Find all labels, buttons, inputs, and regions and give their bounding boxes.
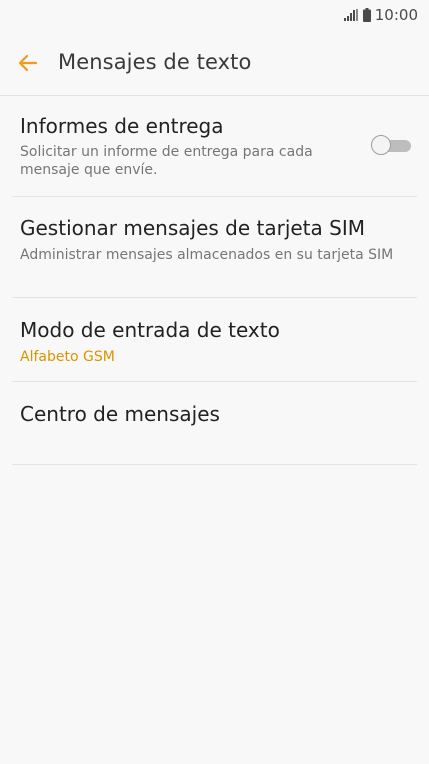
setting-title: Informes de entrega (20, 114, 224, 138)
signal-icon (343, 9, 359, 21)
toggle-knob (371, 135, 391, 155)
setting-value: Alfabeto GSM (20, 349, 115, 365)
setting-text-input-mode[interactable]: Modo de entrada de texto Alfabeto GSM (12, 298, 417, 382)
battery-icon (362, 8, 371, 22)
setting-title: Centro de mensajes (20, 402, 220, 426)
status-bar: 10:00 (0, 0, 429, 30)
back-arrow-icon[interactable] (16, 51, 40, 75)
delivery-reports-toggle[interactable] (369, 135, 413, 157)
app-bar: Mensajes de texto (0, 30, 429, 96)
settings-list: Informes de entrega Solicitar un informe… (0, 96, 429, 465)
setting-subtitle: Solicitar un informe de entrega para cad… (20, 144, 313, 178)
page-title: Mensajes de texto (58, 50, 252, 74)
setting-delivery-reports[interactable]: Informes de entrega Solicitar un informe… (12, 96, 417, 197)
setting-title: Modo de entrada de texto (20, 318, 280, 342)
status-time: 10:00 (374, 6, 418, 24)
setting-subtitle: Administrar mensajes almacenados en su t… (20, 247, 394, 263)
setting-manage-sim-messages[interactable]: Gestionar mensajes de tarjeta SIM Admini… (12, 197, 417, 298)
setting-message-center[interactable]: Centro de mensajes (12, 382, 417, 465)
setting-title: Gestionar mensajes de tarjeta SIM (20, 216, 365, 240)
